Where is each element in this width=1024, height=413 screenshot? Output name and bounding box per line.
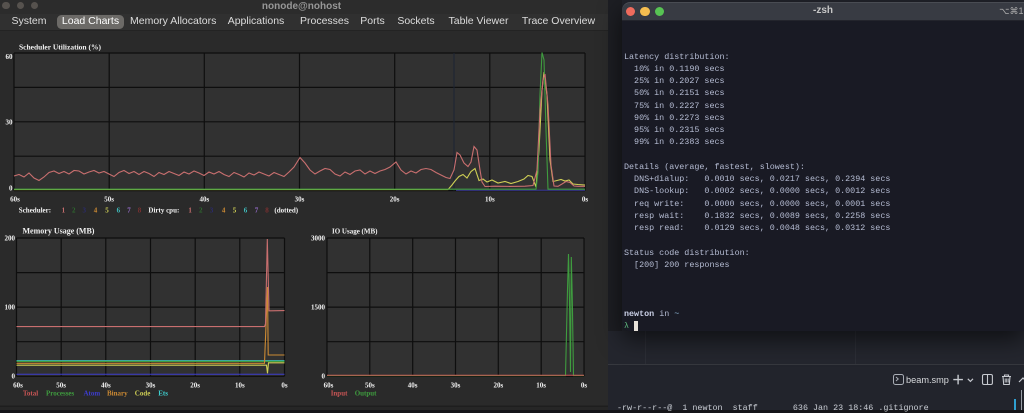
svg-text:Ets: Ets bbox=[158, 390, 168, 398]
svg-text:60: 60 bbox=[6, 53, 14, 61]
svg-text:50s: 50s bbox=[56, 382, 66, 390]
svg-text:2: 2 bbox=[199, 207, 203, 215]
svg-text:Input: Input bbox=[331, 390, 348, 398]
svg-text:40s: 40s bbox=[199, 196, 209, 204]
svg-text:10s: 10s bbox=[485, 196, 495, 204]
svg-text:1: 1 bbox=[62, 207, 66, 215]
svg-text:100: 100 bbox=[5, 304, 16, 312]
svg-text:30s: 30s bbox=[451, 382, 461, 390]
svg-text:8: 8 bbox=[265, 207, 269, 215]
svg-text:2: 2 bbox=[72, 207, 76, 215]
svg-text:10s: 10s bbox=[235, 382, 245, 390]
svg-text:3: 3 bbox=[83, 207, 87, 215]
svg-text:0s: 0s bbox=[281, 382, 288, 390]
svg-text:6: 6 bbox=[244, 207, 248, 215]
svg-text:Binary: Binary bbox=[107, 390, 128, 398]
svg-text:50s: 50s bbox=[104, 196, 114, 204]
svg-text:0: 0 bbox=[12, 373, 16, 381]
svg-text:20s: 20s bbox=[390, 196, 400, 204]
svg-text:50s: 50s bbox=[365, 382, 375, 390]
svg-text:1500: 1500 bbox=[311, 304, 326, 312]
svg-text:40s: 40s bbox=[408, 382, 418, 390]
svg-text:0s: 0s bbox=[582, 196, 589, 204]
svg-text:5: 5 bbox=[105, 207, 109, 215]
svg-text:7: 7 bbox=[127, 207, 131, 215]
svg-text:6: 6 bbox=[117, 207, 121, 215]
svg-text:60s: 60s bbox=[13, 382, 23, 390]
svg-text:Memory Usage (MB): Memory Usage (MB) bbox=[23, 227, 95, 236]
svg-text:0s: 0s bbox=[581, 382, 588, 390]
svg-text:Processes: Processes bbox=[46, 390, 75, 398]
svg-text:0: 0 bbox=[9, 185, 13, 193]
svg-text:(dotted): (dotted) bbox=[274, 207, 298, 215]
svg-text:4: 4 bbox=[94, 207, 98, 215]
svg-text:5: 5 bbox=[233, 207, 237, 215]
svg-text:30s: 30s bbox=[295, 196, 305, 204]
svg-text:3000: 3000 bbox=[311, 235, 326, 243]
svg-text:20s: 20s bbox=[190, 382, 200, 390]
svg-text:60s: 60s bbox=[324, 382, 334, 390]
svg-text:60s: 60s bbox=[10, 196, 20, 204]
svg-text:10s: 10s bbox=[536, 382, 546, 390]
svg-text:30s: 30s bbox=[146, 382, 156, 390]
svg-text:IO Usage (MB): IO Usage (MB) bbox=[332, 228, 378, 236]
svg-text:Scheduler Utilization (%): Scheduler Utilization (%) bbox=[19, 43, 101, 52]
svg-text:7: 7 bbox=[255, 207, 259, 215]
svg-text:40s: 40s bbox=[101, 382, 111, 390]
svg-text:Dirty cpu:: Dirty cpu: bbox=[148, 207, 179, 215]
svg-text:Output: Output bbox=[355, 390, 377, 398]
svg-text:4: 4 bbox=[222, 207, 226, 215]
svg-text:Code: Code bbox=[135, 390, 151, 398]
svg-text:8: 8 bbox=[138, 207, 142, 215]
svg-text:Atom: Atom bbox=[84, 390, 101, 398]
svg-text:3: 3 bbox=[210, 207, 214, 215]
svg-text:Scheduler:: Scheduler: bbox=[19, 207, 51, 215]
svg-text:200: 200 bbox=[5, 235, 16, 243]
svg-text:20s: 20s bbox=[493, 382, 503, 390]
svg-text:beam.smp: beam.smp bbox=[906, 375, 949, 385]
svg-text:30: 30 bbox=[6, 119, 14, 127]
svg-text:0: 0 bbox=[322, 373, 326, 381]
svg-text:Total: Total bbox=[23, 390, 38, 398]
svg-text:1: 1 bbox=[188, 207, 192, 215]
